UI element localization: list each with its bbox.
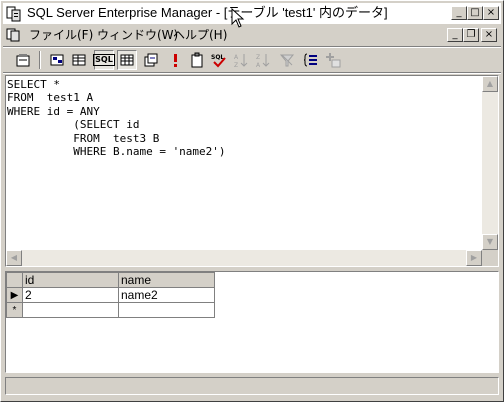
document-icon[interactable] — [6, 28, 22, 42]
cell-name[interactable]: name2 — [118, 287, 215, 303]
change-query-type-icon — [144, 53, 158, 67]
add-table-icon — [326, 53, 341, 68]
sql-pane-icon: SQL — [93, 54, 115, 66]
diagram-pane-icon — [50, 54, 64, 66]
menu-window[interactable]: ウィンドウ(W) — [97, 28, 178, 42]
clipboard-icon — [191, 52, 203, 68]
close-icon: × — [484, 29, 494, 40]
restore-icon: ❐ — [466, 29, 476, 40]
sql-editor-text[interactable]: SELECT * FROM test1 A WHERE id = ANY (SE… — [7, 78, 226, 158]
title-bar[interactable]: SQL Server Enterprise Manager - [テーブル 't… — [3, 3, 501, 24]
column-header-name[interactable]: name — [118, 272, 215, 288]
arrow-down-icon: ▼ — [486, 237, 494, 246]
table-row[interactable]: ▶ 2 name2 — [6, 287, 215, 303]
remove-filter-button[interactable] — [277, 50, 297, 70]
mdi-close-button[interactable]: × — [481, 28, 497, 42]
svg-text:Z: Z — [256, 54, 260, 61]
svg-text:A: A — [234, 54, 239, 61]
run-icon — [174, 54, 177, 67]
svg-text:A: A — [256, 62, 261, 68]
add-table-button[interactable] — [323, 50, 343, 70]
diagram-pane-button[interactable] — [47, 50, 67, 70]
grid-corner-cell[interactable] — [6, 272, 23, 288]
cell-name[interactable] — [118, 302, 215, 318]
sort-descending-button[interactable]: Z A — [253, 50, 273, 70]
grid-pane-icon — [72, 54, 86, 66]
svg-text:Z: Z — [234, 62, 238, 68]
minimize-button[interactable]: _ — [451, 6, 467, 20]
verify-sql-icon: SQL — [211, 54, 226, 68]
verify-sql-button[interactable]: SQL — [209, 50, 229, 70]
sql-pane-button[interactable]: SQL — [93, 50, 115, 70]
clipboard-button[interactable] — [187, 50, 207, 70]
maximize-icon: □ — [470, 7, 480, 18]
remove-filter-icon — [279, 54, 295, 67]
enterprise-manager-window: SQL Server Enterprise Manager - [テーブル 't… — [0, 0, 504, 402]
results-grid: id name ▶ 2 name2 * — [6, 272, 215, 318]
results-pane-button[interactable] — [117, 50, 137, 70]
minimize-icon: _ — [456, 7, 462, 18]
scroll-down-button[interactable]: ▼ — [482, 234, 498, 250]
query-toolbar: SQL SQL A Z Z A — [3, 48, 501, 72]
change-query-type-button[interactable] — [141, 50, 161, 70]
toolbar-separator — [39, 51, 41, 69]
results-pane-icon — [120, 54, 134, 66]
new-row-indicator[interactable]: * — [6, 302, 23, 318]
grid-pane-button[interactable] — [69, 50, 89, 70]
menu-help[interactable]: ヘルプ(H) — [173, 28, 227, 42]
sql-vertical-scrollbar[interactable]: ▲ ▼ — [482, 76, 498, 250]
properties-icon — [16, 54, 30, 67]
sort-ascending-icon: A Z — [234, 54, 248, 68]
cell-id[interactable] — [22, 302, 119, 318]
current-row-indicator[interactable]: ▶ — [6, 287, 23, 303]
app-icon[interactable] — [6, 6, 22, 22]
results-grid-pane: id name ▶ 2 name2 * — [5, 271, 499, 373]
scrollbar-corner — [482, 250, 498, 266]
toolbar-separator-line — [3, 72, 501, 74]
run-button[interactable] — [165, 50, 185, 70]
sql-horizontal-scrollbar[interactable]: ◀ ▶ — [6, 250, 482, 266]
menu-bar: ファイル(F) ウィンドウ(W) ヘルプ(H) _ ❐ × — [3, 25, 501, 45]
sort-ascending-button[interactable]: A Z — [231, 50, 251, 70]
scroll-right-button[interactable]: ▶ — [466, 250, 482, 266]
menu-file[interactable]: ファイル(F) — [29, 28, 93, 42]
arrow-right-icon: ▶ — [470, 253, 478, 262]
group-by-button[interactable] — [301, 50, 321, 70]
scroll-up-button[interactable]: ▲ — [482, 76, 498, 92]
close-button[interactable]: × — [483, 6, 499, 20]
minimize-icon: _ — [452, 29, 458, 40]
sort-descending-icon: Z A — [256, 54, 270, 68]
scroll-left-button[interactable]: ◀ — [6, 250, 22, 266]
column-header-id[interactable]: id — [22, 272, 119, 288]
maximize-button[interactable]: □ — [467, 6, 483, 20]
group-by-icon — [303, 53, 317, 67]
close-icon: × — [486, 7, 496, 18]
arrow-up-icon: ▲ — [486, 79, 494, 88]
mdi-minimize-button[interactable]: _ — [447, 28, 463, 42]
grid-header-row: id name — [6, 272, 215, 288]
mdi-restore-button[interactable]: ❐ — [463, 28, 479, 42]
properties-button[interactable] — [13, 50, 33, 70]
status-bar — [5, 377, 499, 395]
cell-id[interactable]: 2 — [22, 287, 119, 303]
arrow-left-icon: ◀ — [10, 253, 18, 262]
sql-pane[interactable]: SELECT * FROM test1 A WHERE id = ANY (SE… — [5, 75, 499, 267]
new-row[interactable]: * — [6, 302, 215, 318]
window-title: SQL Server Enterprise Manager - [テーブル 't… — [27, 5, 388, 20]
